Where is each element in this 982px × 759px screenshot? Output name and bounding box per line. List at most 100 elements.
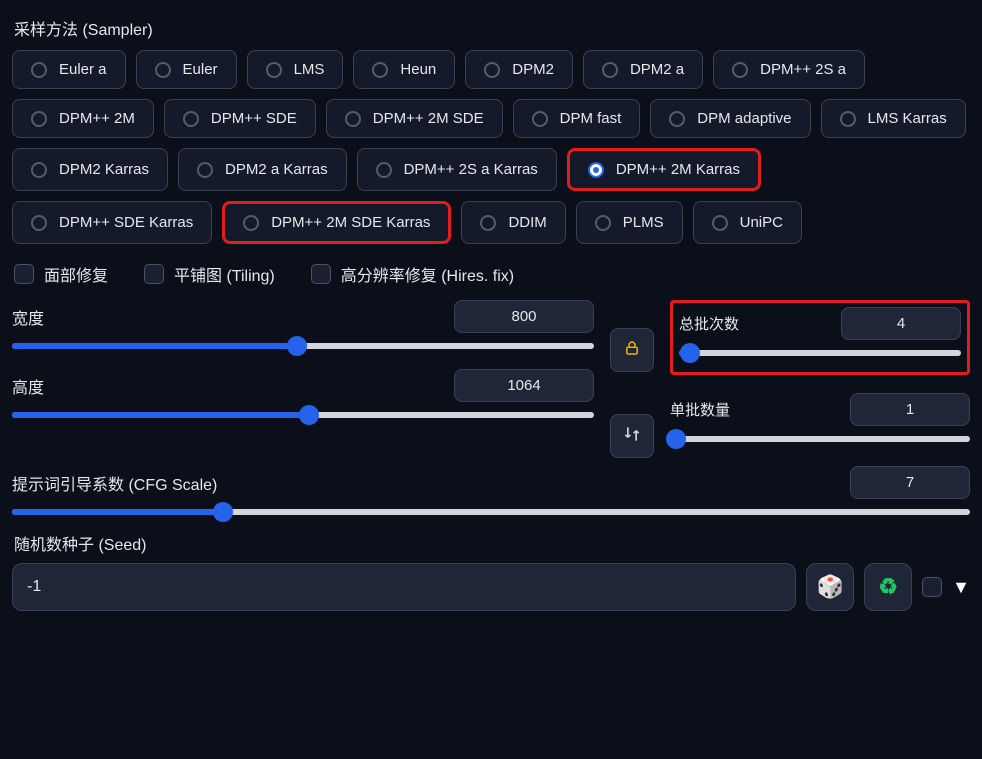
- sampler-option-plms[interactable]: PLMS: [576, 201, 683, 244]
- sampler-option-label: DPM adaptive: [697, 110, 791, 127]
- radio-icon: [376, 162, 392, 178]
- hires-fix-checkbox[interactable]: 高分辨率修复 (Hires. fix): [311, 262, 514, 286]
- sampler-option-dpm-2m-karras[interactable]: DPM++ 2M Karras: [567, 148, 761, 191]
- sampler-option-dpm2-a[interactable]: DPM2 a: [583, 50, 703, 89]
- sampler-section-label: 采样方法 (Sampler): [14, 16, 970, 40]
- radio-icon: [183, 111, 199, 127]
- extra-seed-checkbox[interactable]: [922, 577, 942, 597]
- radio-icon: [712, 215, 728, 231]
- sampler-option-label: DPM++ 2M: [59, 110, 135, 127]
- face-restore-checkbox[interactable]: 面部修复: [14, 262, 108, 286]
- sampler-option-label: DPM++ 2M SDE: [373, 110, 484, 127]
- radio-icon: [595, 215, 611, 231]
- face-restore-label: 面部修复: [44, 262, 108, 286]
- height-value-input[interactable]: 1064: [454, 369, 594, 402]
- width-slider-block: 宽度 800: [12, 300, 594, 355]
- sampler-radio-group: Euler a Euler LMS Heun DPM2 DPM2 a DPM++ 2S a D…: [12, 50, 970, 244]
- sampler-option-label: Euler: [183, 61, 218, 78]
- height-slider[interactable]: [12, 412, 594, 418]
- reuse-seed-button[interactable]: ♻: [864, 563, 912, 611]
- radio-icon: [31, 215, 47, 231]
- sampler-option-dpm-2m-sde-karras[interactable]: DPM++ 2M SDE Karras: [222, 201, 451, 244]
- radio-icon: [532, 111, 548, 127]
- checkbox-icon: [311, 264, 331, 284]
- radio-icon: [345, 111, 361, 127]
- sampler-option-label: DPM++ SDE: [211, 110, 297, 127]
- lock-aspect-button[interactable]: [610, 328, 654, 372]
- expand-seed-options[interactable]: ▼: [952, 577, 970, 598]
- sampler-option-label: Heun: [400, 61, 436, 78]
- swap-icon: [622, 424, 642, 448]
- sampler-option-label: DPM++ 2M SDE Karras: [271, 214, 430, 231]
- sampler-option-lms-karras[interactable]: LMS Karras: [821, 99, 966, 138]
- radio-icon: [669, 111, 685, 127]
- height-label: 高度: [12, 374, 44, 398]
- sampler-option-dpm2-karras[interactable]: DPM2 Karras: [12, 148, 168, 191]
- sampler-option-label: Euler a: [59, 61, 107, 78]
- sampler-option-ddim[interactable]: DDIM: [461, 201, 565, 244]
- sampler-option-euler-a[interactable]: Euler a: [12, 50, 126, 89]
- sampler-option-heun[interactable]: Heun: [353, 50, 455, 89]
- cfg-scale-value-input[interactable]: 7: [850, 466, 970, 499]
- sampler-option-dpm-adaptive[interactable]: DPM adaptive: [650, 99, 810, 138]
- sampler-option-dpm-2s-a-karras[interactable]: DPM++ 2S a Karras: [357, 148, 557, 191]
- sampler-option-dpm-2m[interactable]: DPM++ 2M: [12, 99, 154, 138]
- radio-icon: [266, 62, 282, 78]
- sampler-option-dpm2[interactable]: DPM2: [465, 50, 573, 89]
- seed-label: 随机数种子 (Seed): [14, 531, 970, 555]
- sampler-option-label: DPM fast: [560, 110, 622, 127]
- width-label: 宽度: [12, 305, 44, 329]
- radio-icon: [197, 162, 213, 178]
- batch-count-value-input[interactable]: 4: [841, 307, 961, 340]
- sampler-option-label: LMS Karras: [868, 110, 947, 127]
- radio-icon: [588, 162, 604, 178]
- sampler-option-dpm2-a-karras[interactable]: DPM2 a Karras: [178, 148, 347, 191]
- batch-size-value-input[interactable]: 1: [850, 393, 970, 426]
- sampler-option-dpm-sde-karras[interactable]: DPM++ SDE Karras: [12, 201, 212, 244]
- radio-icon: [372, 62, 388, 78]
- seed-input[interactable]: [12, 563, 796, 611]
- sampler-option-lms[interactable]: LMS: [247, 50, 344, 89]
- batch-size-slider[interactable]: [670, 436, 970, 442]
- sampler-option-dpm-fast[interactable]: DPM fast: [513, 99, 641, 138]
- radio-icon: [480, 215, 496, 231]
- sampler-option-dpm-2s-a[interactable]: DPM++ 2S a: [713, 50, 865, 89]
- cfg-scale-block: 提示词引导系数 (CFG Scale) 7: [12, 466, 970, 515]
- radio-icon: [602, 62, 618, 78]
- lock-icon: [623, 339, 641, 361]
- batch-count-slider[interactable]: [679, 350, 961, 356]
- tiling-label: 平铺图 (Tiling): [174, 262, 275, 286]
- sampler-option-label: DPM2: [512, 61, 554, 78]
- sampler-option-dpm-sde[interactable]: DPM++ SDE: [164, 99, 316, 138]
- checkbox-icon: [14, 264, 34, 284]
- randomize-seed-button[interactable]: 🎲: [806, 563, 854, 611]
- swap-dimensions-button[interactable]: [610, 414, 654, 458]
- checkbox-icon: [144, 264, 164, 284]
- seed-row: 🎲 ♻ ▼: [12, 563, 970, 611]
- sampler-option-unipc[interactable]: UniPC: [693, 201, 802, 244]
- batch-size-block: 单批数量 1: [670, 393, 970, 448]
- tiling-checkbox[interactable]: 平铺图 (Tiling): [144, 262, 275, 286]
- radio-icon: [155, 62, 171, 78]
- sampler-option-label: DPM2 a Karras: [225, 161, 328, 178]
- sampler-option-label: LMS: [294, 61, 325, 78]
- width-slider[interactable]: [12, 343, 594, 349]
- recycle-icon: ♻: [878, 574, 898, 600]
- radio-icon: [31, 162, 47, 178]
- sampler-option-label: DPM2 Karras: [59, 161, 149, 178]
- radio-icon: [840, 111, 856, 127]
- dice-icon: 🎲: [816, 574, 843, 600]
- height-slider-block: 高度 1064: [12, 369, 594, 424]
- options-checkbox-row: 面部修复 平铺图 (Tiling) 高分辨率修复 (Hires. fix): [14, 262, 970, 286]
- sampler-option-label: PLMS: [623, 214, 664, 231]
- cfg-scale-slider[interactable]: [12, 509, 970, 515]
- sampler-option-label: DPM++ 2S a Karras: [404, 161, 538, 178]
- radio-icon: [31, 111, 47, 127]
- sampler-option-label: UniPC: [740, 214, 783, 231]
- sampler-option-label: DDIM: [508, 214, 546, 231]
- width-value-input[interactable]: 800: [454, 300, 594, 333]
- sampler-option-dpm-2m-sde[interactable]: DPM++ 2M SDE: [326, 99, 503, 138]
- hires-fix-label: 高分辨率修复 (Hires. fix): [341, 262, 514, 286]
- radio-icon: [31, 62, 47, 78]
- sampler-option-euler[interactable]: Euler: [136, 50, 237, 89]
